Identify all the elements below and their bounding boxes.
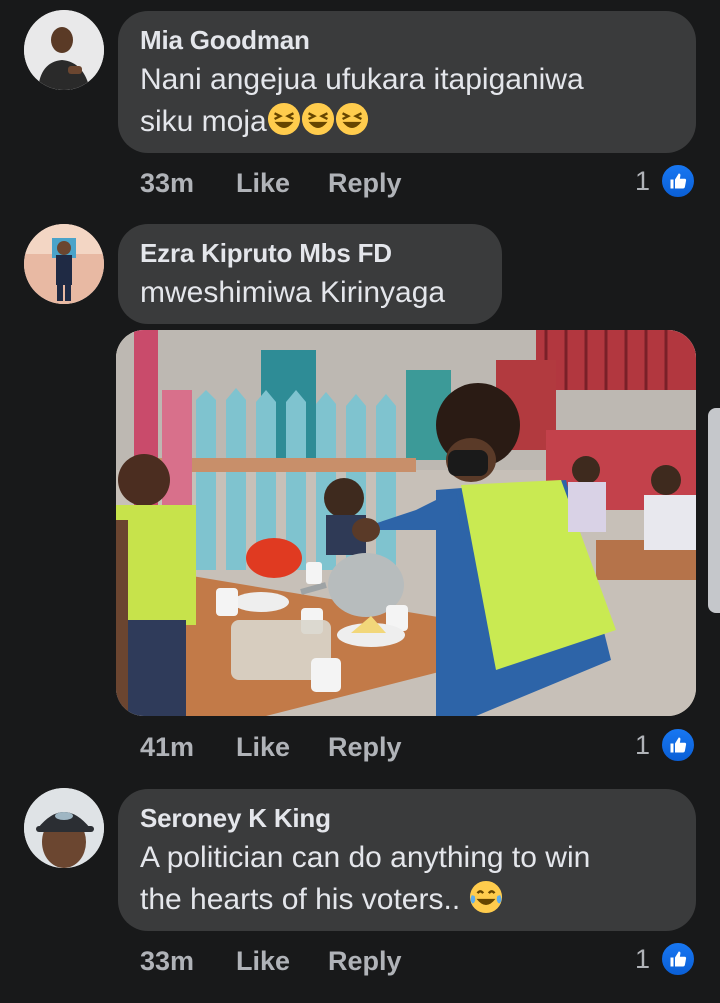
laughing-emoji-icon [267, 102, 300, 136]
like-button[interactable]: Like [236, 946, 328, 977]
thumbs-up-icon [660, 727, 696, 763]
comment-time[interactable]: 33m [140, 946, 236, 977]
reaction-summary[interactable]: 1 [635, 163, 696, 199]
comment-time[interactable]: 41m [140, 732, 236, 763]
comment-author[interactable]: Mia Goodman [140, 25, 674, 55]
reaction-count: 1 [634, 943, 650, 974]
scrollbar[interactable] [708, 408, 720, 613]
reaction-summary[interactable]: 1 [635, 727, 696, 763]
comment-bubble: Seroney K King A politician can do anyth… [118, 789, 696, 931]
reply-button[interactable]: Reply [328, 168, 402, 199]
comment-author[interactable]: Ezra Kipruto Mbs FD [140, 238, 480, 268]
avatar-seroney-k-king[interactable] [24, 788, 104, 868]
comment-actions: 33m Like Reply [140, 946, 402, 977]
comment-author[interactable]: Seroney K King [140, 803, 674, 833]
reply-button[interactable]: Reply [328, 732, 402, 763]
comment-time[interactable]: 33m [140, 168, 236, 199]
comment-text-line: the hearts of his voters.. [140, 883, 461, 916]
avatar-mia-goodman[interactable] [24, 10, 104, 90]
like-button[interactable]: Like [236, 732, 328, 763]
comment-bubble: Mia Goodman Nani angejua ufukara itapiga… [118, 11, 696, 153]
reaction-count: 1 [634, 165, 650, 196]
reaction-summary[interactable]: 1 [635, 941, 696, 977]
comment-bubble: Ezra Kipruto Mbs FD mweshimiwa Kirinyaga [118, 224, 502, 324]
laughing-emoji-icon [301, 102, 334, 136]
comment-actions: 41m Like Reply [140, 732, 402, 763]
reply-button[interactable]: Reply [328, 946, 402, 977]
tears-of-joy-emoji-icon [469, 880, 502, 914]
comment-photo[interactable] [116, 330, 696, 716]
thumbs-up-icon [660, 163, 696, 199]
reaction-count: 1 [634, 729, 650, 760]
avatar-ezra-kipruto[interactable] [24, 224, 104, 304]
comment-text: mweshimiwa Kirinyaga [140, 276, 446, 309]
comment-text-line: siku moja [140, 105, 267, 138]
thumbs-up-icon [660, 941, 696, 977]
laughing-emoji-icon [335, 102, 368, 136]
comment-text: Nani angejua ufukara itapiganiwa siku mo… [140, 59, 674, 143]
comment-text-line: Nani angejua ufukara itapiganiwa [140, 63, 584, 96]
like-button[interactable]: Like [236, 168, 328, 199]
comment-actions: 33m Like Reply [140, 168, 402, 199]
comment-text: A politician can do anything to win the … [140, 837, 674, 921]
comment-text-line: A politician can do anything to win [140, 841, 591, 874]
